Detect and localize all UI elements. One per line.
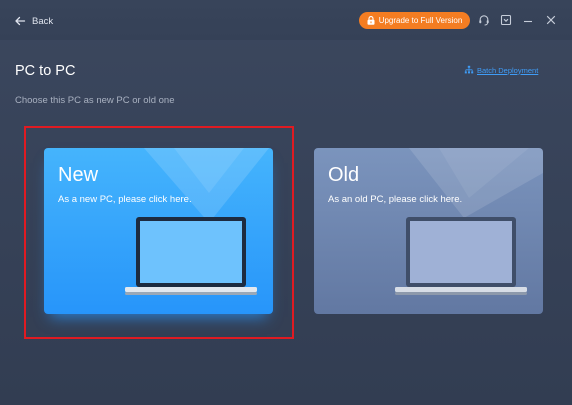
old-pc-card[interactable]: Old As an old PC, please click here.	[314, 148, 543, 314]
laptop-icon	[125, 217, 257, 295]
back-button[interactable]: Back	[14, 11, 53, 31]
arrow-left-icon	[15, 16, 26, 26]
upgrade-label: Upgrade to Full Version	[378, 16, 463, 25]
upgrade-button[interactable]: Upgrade to Full Version	[359, 12, 470, 29]
page-title: PC to PC	[15, 63, 76, 79]
lock-icon	[367, 16, 375, 25]
laptop-icon	[395, 217, 527, 295]
new-card-description: As a new PC, please click here.	[58, 194, 192, 205]
new-pc-card[interactable]: New As a new PC, please click here.	[44, 148, 273, 314]
title-bar: Back Upgrade to Full Version	[0, 0, 572, 40]
batch-deployment-label: Batch Deployment	[477, 65, 539, 75]
network-icon	[464, 65, 474, 74]
page-subtitle: Choose this PC as new PC or old one	[15, 95, 175, 106]
app-window: Back Upgrade to Full Version PC to PC Ch…	[0, 0, 572, 405]
back-label: Back	[32, 15, 54, 27]
new-card-title: New	[58, 164, 99, 186]
old-card-description: As an old PC, please click here.	[328, 194, 463, 205]
minimize-icon[interactable]	[521, 13, 535, 27]
close-icon[interactable]	[544, 13, 558, 27]
batch-deployment-link[interactable]: Batch Deployment	[464, 64, 538, 76]
menu-icon[interactable]	[499, 13, 513, 27]
support-icon[interactable]	[477, 13, 491, 27]
old-card-title: Old	[328, 164, 360, 186]
